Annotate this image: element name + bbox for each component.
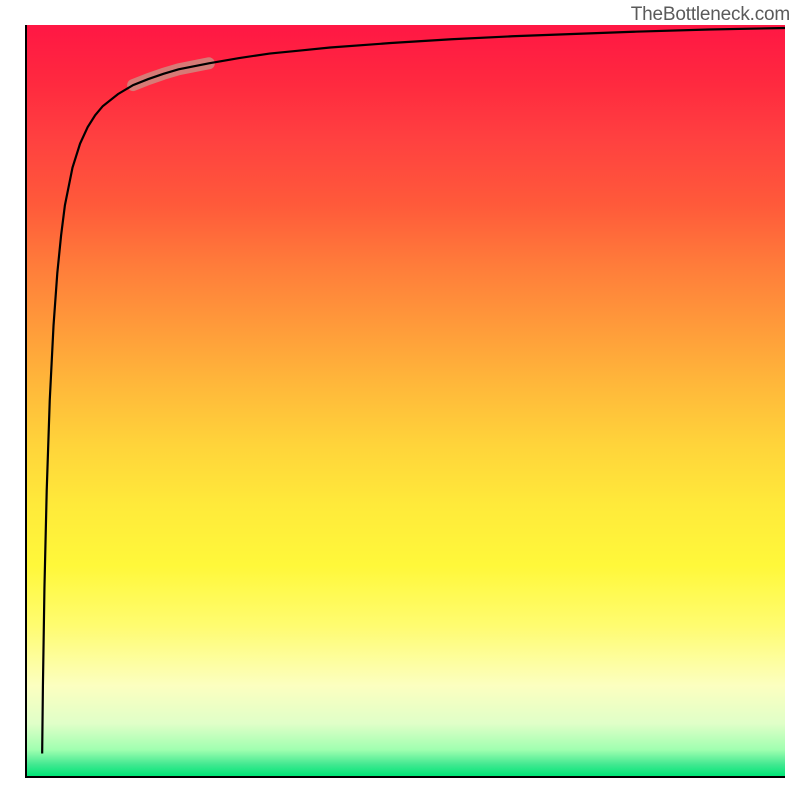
plot-area [25, 25, 785, 778]
chart-container: TheBottleneck.com [0, 0, 800, 800]
gradient-background [27, 25, 785, 776]
attribution-label: TheBottleneck.com [631, 4, 790, 26]
